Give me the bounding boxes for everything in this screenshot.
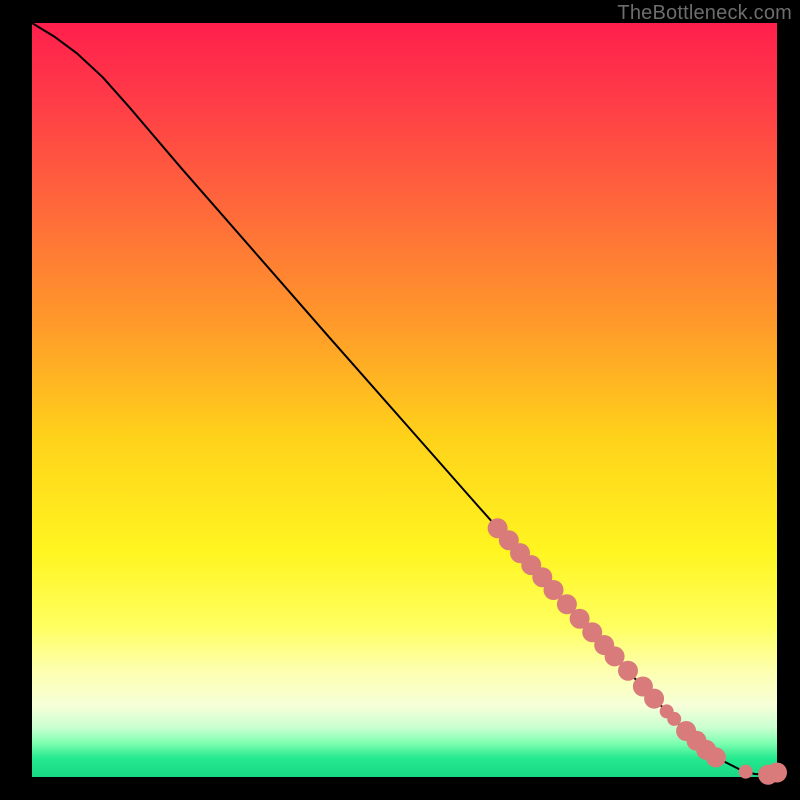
plot-background bbox=[32, 23, 777, 777]
data-marker bbox=[767, 763, 787, 783]
data-marker bbox=[644, 689, 664, 709]
data-marker bbox=[667, 712, 681, 726]
data-marker bbox=[739, 765, 753, 779]
chart-svg bbox=[0, 0, 800, 800]
data-marker bbox=[706, 747, 726, 767]
data-marker bbox=[618, 661, 638, 681]
chart-stage: TheBottleneck.com bbox=[0, 0, 800, 800]
watermark-text: TheBottleneck.com bbox=[617, 2, 792, 25]
